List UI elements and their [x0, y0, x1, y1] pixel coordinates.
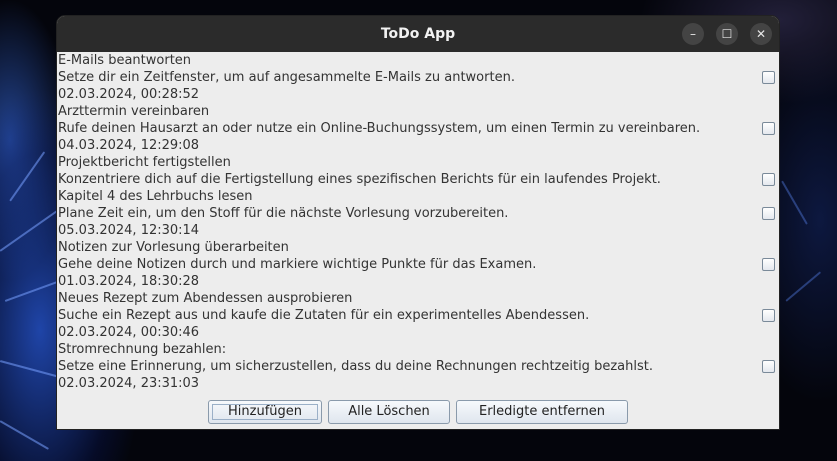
- wallpaper-streak: [0, 420, 49, 450]
- task-date: 02.03.2024, 00:28:52: [58, 87, 200, 102]
- task-title: Projektbericht fertigstellen: [58, 155, 231, 170]
- task-date: 04.03.2024, 12:29:08: [58, 138, 200, 153]
- task-item: E-Mails beantworten Setze dir ein Zeitfe…: [57, 52, 779, 103]
- task-description: Plane Zeit ein, um den Stoff für die näc…: [58, 206, 509, 221]
- minimize-button[interactable]: –: [682, 23, 704, 45]
- task-date: 02.03.2024, 23:31:03: [58, 376, 200, 391]
- wallpaper-streak: [785, 271, 822, 302]
- add-task-button[interactable]: Hinzufügen: [208, 400, 322, 424]
- task-description: Gehe deine Notizen durch und markiere wi…: [58, 257, 537, 272]
- task-title: Arzttermin vereinbaren: [58, 104, 210, 119]
- close-button[interactable]: ✕: [750, 23, 772, 45]
- task-done-checkbox[interactable]: [762, 360, 775, 373]
- task-item: Neues Rezept zum Abendessen ausprobieren…: [57, 290, 779, 341]
- task-date: 02.03.2024, 00:30:46: [58, 325, 200, 340]
- task-item: Kapitel 4 des Lehrbuchs lesen Plane Zeit…: [57, 188, 779, 239]
- task-title: Stromrechnung bezahlen:: [58, 342, 227, 357]
- task-description: Rufe deinen Hausarzt an oder nutze ein O…: [58, 121, 701, 136]
- window-title: ToDo App: [380, 26, 456, 42]
- close-icon: ✕: [755, 27, 767, 41]
- task-title: E-Mails beantworten: [58, 53, 192, 68]
- task-title: Notizen zur Vorlesung überarbeiten: [58, 240, 289, 255]
- task-done-checkbox[interactable]: [762, 309, 775, 322]
- task-date: 01.03.2024, 18:30:28: [58, 274, 200, 289]
- task-description: Konzentriere dich auf die Fertigstellung…: [58, 172, 661, 187]
- task-done-checkbox[interactable]: [762, 71, 775, 84]
- wallpaper-streak: [9, 151, 46, 202]
- task-done-checkbox[interactable]: [762, 122, 775, 135]
- task-list: E-Mails beantworten Setze dir ein Zeitfe…: [57, 52, 779, 429]
- task-item: Arzttermin vereinbaren Rufe deinen Hausa…: [57, 103, 779, 154]
- maximize-button[interactable]: ☐: [716, 23, 738, 45]
- add-task-button-label: Hinzufügen: [228, 404, 302, 419]
- task-done-checkbox[interactable]: [762, 173, 775, 186]
- task-done-checkbox[interactable]: [762, 258, 775, 271]
- clear-all-button[interactable]: Alle Löschen: [328, 400, 450, 424]
- task-item: Stromrechnung bezahlen: Setze eine Erinn…: [57, 341, 779, 392]
- minimize-icon: –: [690, 27, 696, 41]
- task-done-checkbox[interactable]: [762, 207, 775, 220]
- title-bar[interactable]: ToDo App – ☐ ✕: [57, 16, 779, 52]
- task-description: Suche ein Rezept aus und kaufe die Zutat…: [58, 308, 590, 323]
- task-title: Kapitel 4 des Lehrbuchs lesen: [58, 189, 253, 204]
- task-description: Setze eine Erinnerung, um sicherzustelle…: [58, 359, 653, 374]
- wallpaper-streak: [781, 180, 808, 225]
- remove-done-button[interactable]: Erledigte entfernen: [456, 400, 628, 424]
- task-title: Neues Rezept zum Abendessen ausprobieren: [58, 291, 353, 306]
- task-item: Notizen zur Vorlesung überarbeiten Gehe …: [57, 239, 779, 290]
- task-description: Setze dir ein Zeitfenster, um auf angesa…: [58, 70, 515, 85]
- task-date: 05.03.2024, 12:30:14: [58, 223, 200, 238]
- todo-app-window: ToDo App – ☐ ✕ E-Mails beantworten Setze…: [57, 16, 779, 429]
- maximize-icon: ☐: [721, 27, 733, 41]
